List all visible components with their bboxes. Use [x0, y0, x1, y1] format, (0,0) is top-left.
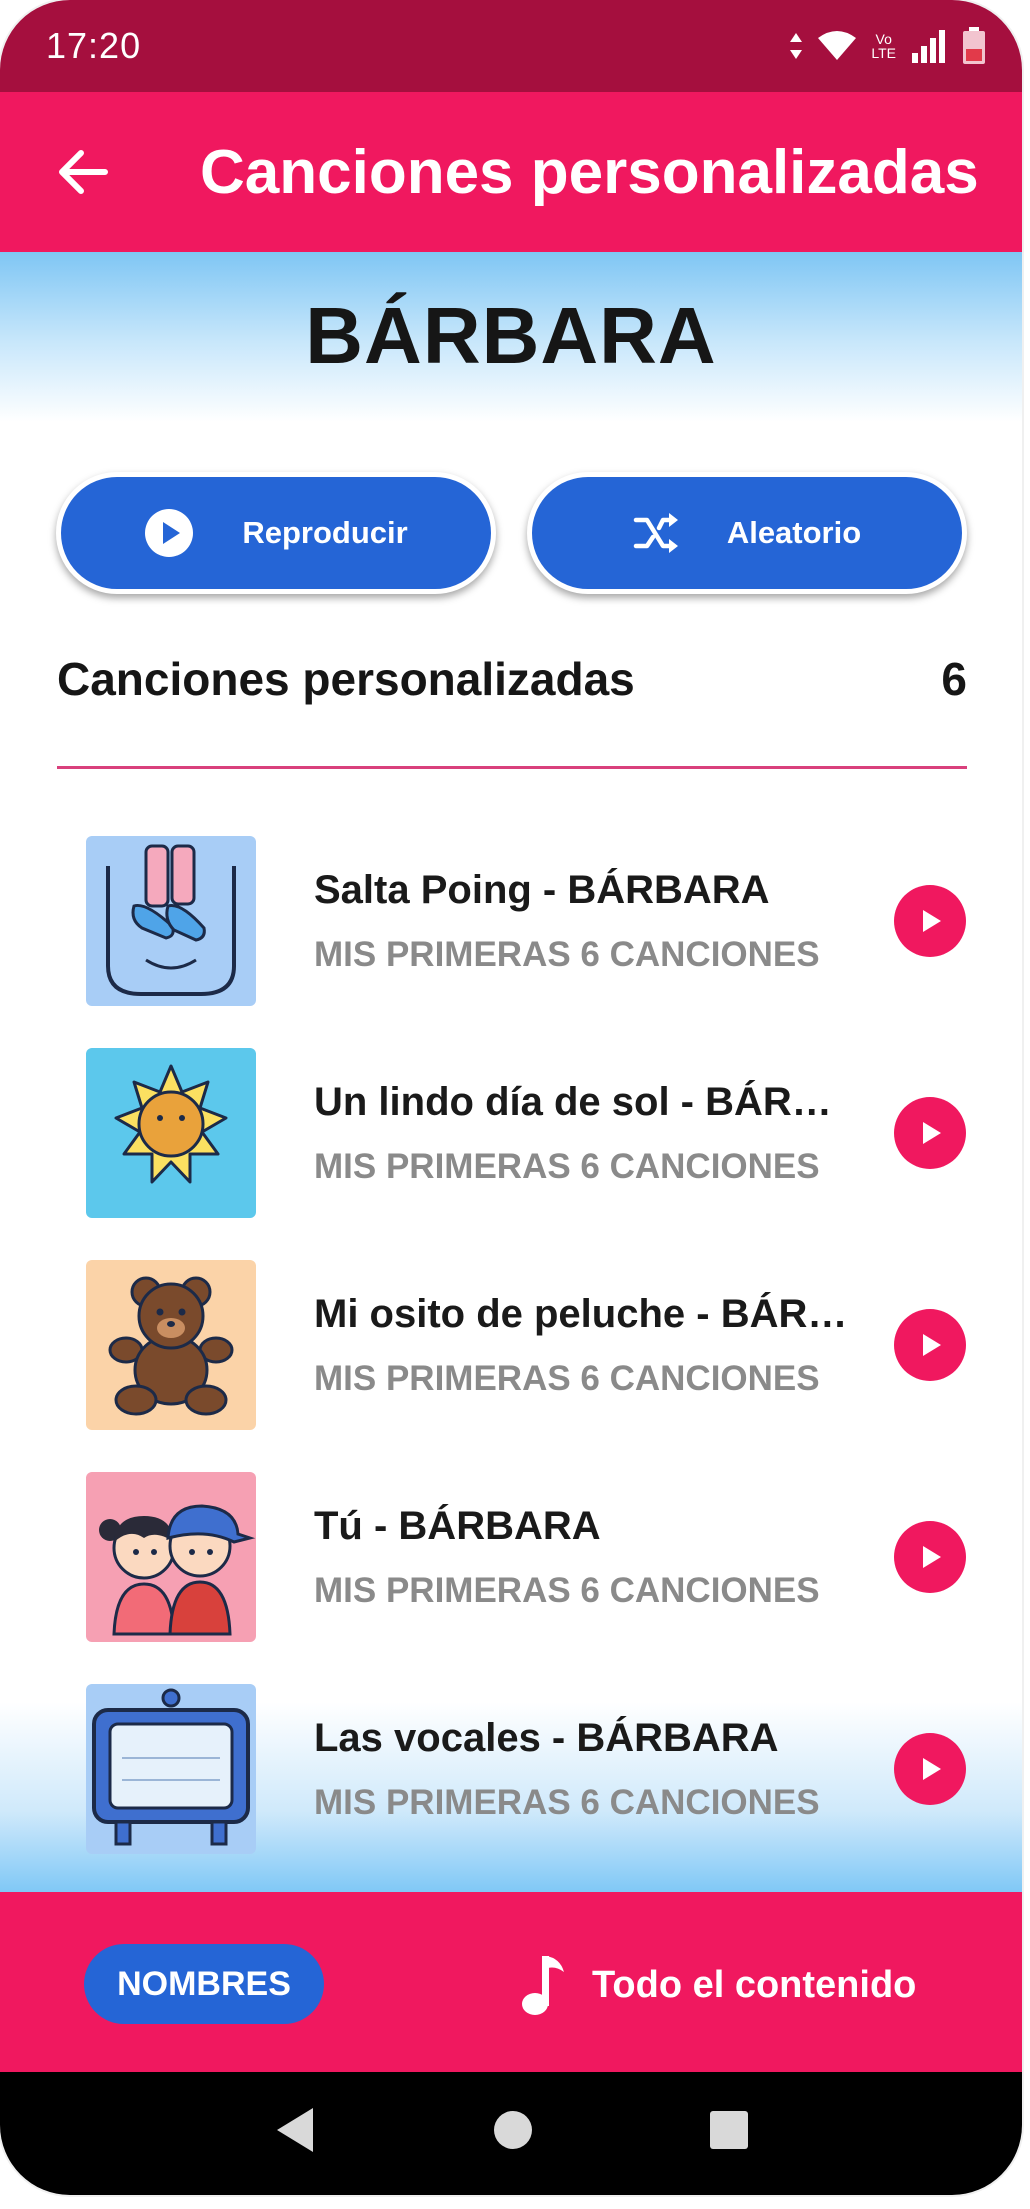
volte-line2: LTE	[871, 45, 896, 61]
song-title: Las vocales - BÁRBARA	[314, 1715, 779, 1760]
status-bar: 17:20 Vo LTE	[0, 0, 1022, 92]
nav-back-button[interactable]	[273, 2105, 317, 2160]
shuffle-button[interactable]: Aleatorio	[527, 472, 967, 594]
song-album: MIS PRIMERAS 6 CANCIONES	[314, 934, 820, 974]
section-header: Canciones personalizadas 6	[57, 652, 967, 706]
jumping-shoes-icon	[86, 836, 256, 1006]
song-play-button[interactable]	[894, 1521, 966, 1593]
main-content[interactable]: BÁRBARA Reproducir Aleatorio Canciones p…	[0, 252, 1022, 1892]
song-row[interactable]: Las vocales - BÁRBARA MIS PRIMERAS 6 CAN…	[86, 1684, 966, 1854]
song-play-button[interactable]	[894, 885, 966, 957]
nav-home-button[interactable]	[492, 2109, 534, 2156]
wifi-icon	[817, 30, 857, 62]
play-icon	[923, 1334, 941, 1356]
song-row[interactable]: Tú - BÁRBARA MIS PRIMERAS 6 CANCIONES	[86, 1472, 966, 1642]
vowels-tv-icon	[86, 1684, 256, 1854]
section-title: Canciones personalizadas	[57, 653, 635, 705]
song-row[interactable]: Mi osito de peluche - BÁRBARA MIS PRIMER…	[86, 1260, 966, 1430]
battery-icon	[962, 27, 986, 65]
system-navigation-bar	[0, 2072, 1022, 2195]
back-arrow-icon	[59, 150, 108, 194]
volte-icon: Vo LTE	[871, 32, 896, 60]
names-tab-button[interactable]: NOMBRES	[84, 1944, 324, 2024]
play-all-label: Reproducir	[242, 515, 408, 550]
song-title: Salta Poing - BÁRBARA	[314, 867, 770, 912]
song-album: MIS PRIMERAS 6 CANCIONES	[314, 1782, 820, 1822]
app-bar: Canciones personalizadas	[0, 92, 1022, 252]
song-title: Un lindo día de sol - BÁRBARA	[314, 1079, 854, 1124]
song-album: MIS PRIMERAS 6 CANCIONES	[314, 1358, 820, 1398]
play-all-button[interactable]: Reproducir	[56, 472, 496, 594]
song-count: 6	[941, 653, 967, 705]
song-title: Mi osito de peluche - BÁRBARA	[314, 1291, 854, 1336]
phone-screen: 17:20 Vo LTE Canciones personalizadas BÁ…	[0, 0, 1022, 2195]
song-play-button[interactable]	[894, 1309, 966, 1381]
play-icon	[923, 1758, 941, 1780]
play-icon	[923, 1546, 941, 1568]
teddy-bear-icon	[86, 1260, 256, 1430]
nav-recents-icon	[710, 2110, 748, 2149]
sun-icon	[86, 1048, 256, 1218]
divider	[57, 766, 967, 769]
nav-home-icon	[494, 2110, 532, 2149]
all-content-button[interactable]: Todo el contenido	[520, 1940, 916, 2030]
song-row[interactable]: Un lindo día de sol - BÁRBARA MIS PRIMER…	[86, 1048, 966, 1218]
data-arrows-icon	[789, 31, 803, 61]
nav-recents-button[interactable]	[709, 2110, 749, 2155]
song-play-button[interactable]	[894, 1733, 966, 1805]
play-circle-icon	[145, 509, 194, 557]
song-row[interactable]: Salta Poing - BÁRBARA MIS PRIMERAS 6 CAN…	[86, 836, 966, 1006]
bottom-bar: NOMBRES Todo el contenido	[0, 1892, 1022, 2072]
all-content-label: Todo el contenido	[592, 1963, 917, 2006]
shuffle-icon	[633, 513, 678, 553]
signal-icon	[910, 29, 948, 63]
kids-icon	[86, 1472, 256, 1642]
song-play-button[interactable]	[894, 1097, 966, 1169]
child-name-heading: BÁRBARA	[305, 291, 717, 380]
play-icon	[923, 1122, 941, 1144]
music-note-icon	[522, 1956, 564, 2015]
song-album: MIS PRIMERAS 6 CANCIONES	[314, 1146, 820, 1186]
status-time: 17:20	[46, 25, 142, 66]
song-album: MIS PRIMERAS 6 CANCIONES	[314, 1570, 820, 1610]
app-bar-title: Canciones personalizadas	[200, 137, 979, 207]
song-title: Tú - BÁRBARA	[314, 1503, 601, 1548]
status-icons: Vo LTE	[789, 27, 986, 65]
shuffle-label: Aleatorio	[726, 515, 862, 550]
nav-back-icon	[277, 2107, 313, 2152]
play-icon	[923, 910, 941, 932]
back-button[interactable]	[28, 117, 138, 227]
